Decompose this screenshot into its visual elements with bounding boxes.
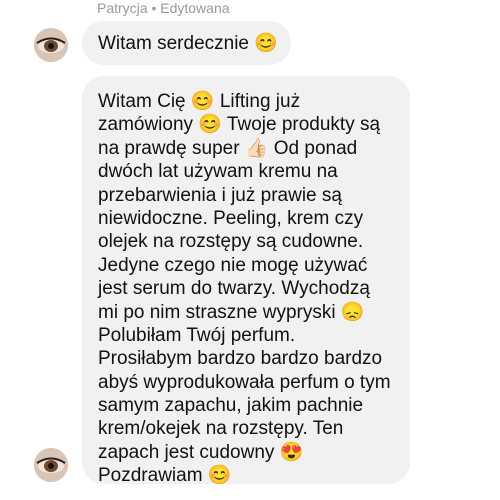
message-text-line: Polubiłam Twój perfum. [98,324,296,346]
avatar[interactable] [34,448,68,482]
message-text-line: zamówiony 😊 Twoje produkty są [98,114,381,136]
message-text-line: Pozdrawiam 😊 [98,465,232,487]
message-text-line: samym zapachu, jakim pachnie [98,395,364,417]
profile-photo-icon [34,448,68,482]
message-text: Witam serdecznie 😊 [98,33,278,54]
message-text-line: jest serum do twarzy. Wychodzą [98,278,370,300]
avatar[interactable] [34,28,68,62]
message-text-line: Witam Cię 😊 Lifting już [98,91,301,112]
message-bubble[interactable]: Witam Cię 😊 Lifting już zamówiony 😊 Twoj… [82,76,410,487]
message-text-line: przebarwienia i już prawie są [98,184,342,206]
message-text-line: krem/okejek na rozstępy. Ten [98,418,344,440]
message-text-line: Prosiłabym bardzo bardzo bardzo [98,348,383,370]
message-text-line: abyś wyprodukowała perfum o tym [98,371,391,393]
message-text-line: dwóch lat używam kremu na [98,161,338,183]
message-text-line: mi po nim straszne wypryski 😞 [98,301,365,323]
message-text-line: olejek na rozstępy są cudowne. [98,231,364,253]
message-text-line: niewidoczne. Peeling, krem czy [98,207,364,229]
profile-photo-icon [34,28,68,62]
message-text-line: zapach jest cudowny 😍 [98,441,304,463]
message-text-line: Jedyne czego nie mogę używać [98,254,368,276]
sender-name-status: Patrycja • Edytowana [97,0,230,16]
message-text-line: na prawdę super 👍🏻 Od ponad [98,137,358,159]
message-bubble[interactable]: Witam serdecznie 😊 [82,21,291,65]
